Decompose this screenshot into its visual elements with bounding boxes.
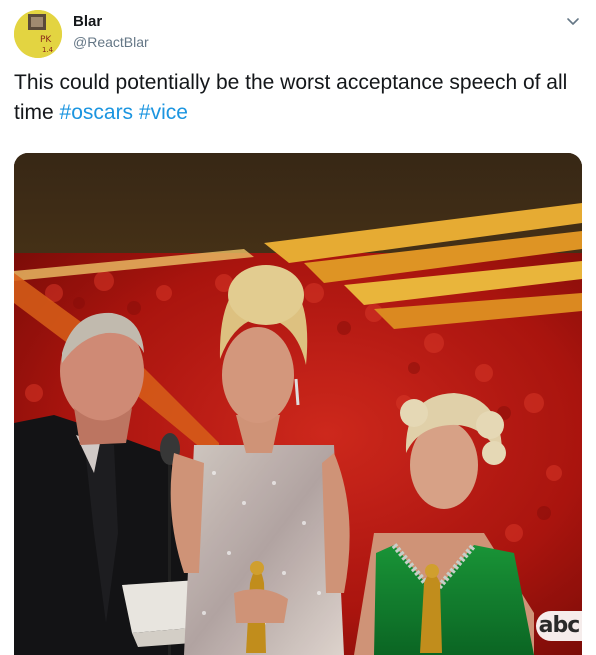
hashtag-link[interactable]: #oscars [60,101,134,124]
tweet-media-photo[interactable]: abc [14,153,582,655]
photo-scene [14,153,582,655]
display-name[interactable]: Blar [73,13,102,31]
svg-text:1.4: 1.4 [42,46,54,54]
tweet: PK 1.4 Blar @ReactBlar This could potent… [0,0,596,655]
user-handle[interactable]: @ReactBlar [73,33,149,51]
tweet-menu-button[interactable] [562,12,584,32]
hashtag-link[interactable]: #vice [139,101,188,124]
avatar-image: PK 1.4 [14,10,62,58]
abc-watermark: abc [536,611,582,641]
svg-text:PK: PK [40,35,52,45]
tweet-text: This could potentially be the worst acce… [14,68,584,128]
avatar[interactable]: PK 1.4 [14,10,62,58]
chevron-down-icon [567,18,579,25]
